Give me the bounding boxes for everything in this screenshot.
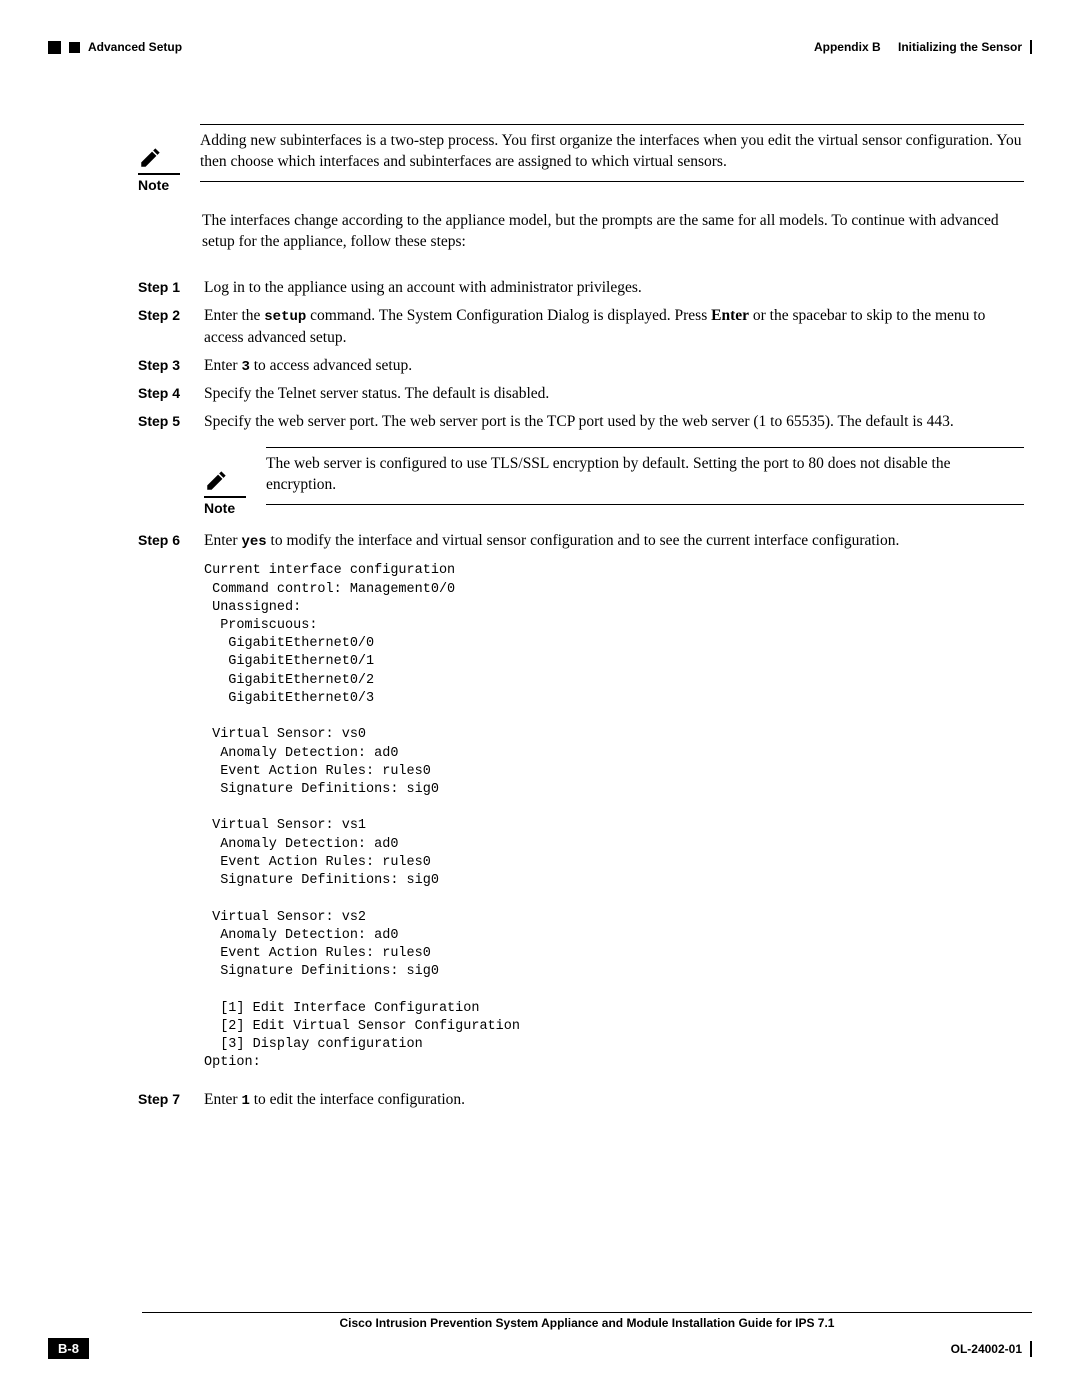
step-5: Step 5 Specify the web server port. The … <box>138 411 1024 433</box>
step-6: Step 6 Enter yes to modify the interface… <box>138 530 1024 1083</box>
page-number: B-8 <box>48 1338 89 1359</box>
step-body: Enter 3 to access advanced setup. <box>204 355 1024 378</box>
command-text: 3 <box>241 359 249 375</box>
step-label: Step 7 <box>138 1089 190 1112</box>
step-label: Step 4 <box>138 383 190 405</box>
intro-paragraph: The interfaces change according to the a… <box>202 211 1024 253</box>
divider-icon <box>1030 1341 1032 1357</box>
step-label: Step 6 <box>138 530 190 1083</box>
note-block: Note The web server is configured to use… <box>204 447 1024 516</box>
divider-icon <box>1030 40 1032 54</box>
footer-rule <box>142 1312 1032 1313</box>
pencil-icon <box>204 467 230 493</box>
footer-row: B-8 OL-24002-01 <box>48 1338 1032 1359</box>
underline-icon <box>204 496 246 498</box>
note-text: The web server is configured to use TLS/… <box>266 447 1024 505</box>
section-name: Advanced Setup <box>88 40 182 54</box>
step-body: Enter yes to modify the interface and vi… <box>204 530 1024 1083</box>
step-label: Step 5 <box>138 411 190 433</box>
step-body: Specify the Telnet server status. The de… <box>204 383 1024 405</box>
step-body: Enter 1 to edit the interface configurat… <box>204 1089 1024 1112</box>
note-label: Note <box>138 177 184 193</box>
document-id: OL-24002-01 <box>951 1341 1032 1357</box>
step-label: Step 1 <box>138 277 190 299</box>
step-1: Step 1 Log in to the appliance using an … <box>138 277 1024 299</box>
underline-icon <box>138 173 180 175</box>
command-text: 1 <box>241 1093 249 1109</box>
note-block: Note Adding new subinterfaces is a two-s… <box>138 124 1024 193</box>
step-label: Step 3 <box>138 355 190 378</box>
command-text: yes <box>241 534 266 550</box>
running-head: Advanced Setup Appendix B Initializing t… <box>48 40 1032 54</box>
page-footer: Cisco Intrusion Prevention System Applia… <box>48 1312 1032 1359</box>
step-4: Step 4 Specify the Telnet server status.… <box>138 383 1024 405</box>
key-name: Enter <box>711 307 749 324</box>
step-2: Step 2 Enter the setup command. The Syst… <box>138 305 1024 349</box>
square-icon <box>69 42 80 53</box>
square-icon <box>48 41 61 54</box>
nested-note: Note The web server is configured to use… <box>204 447 1024 516</box>
command-text: setup <box>264 309 306 325</box>
step-body: Specify the web server port. The web ser… <box>204 411 1024 433</box>
head-right: Appendix B Initializing the Sensor <box>814 40 1032 54</box>
step-3: Step 3 Enter 3 to access advanced setup. <box>138 355 1024 378</box>
note-text: Adding new subinterfaces is a two-step p… <box>200 124 1024 182</box>
footer-title: Cisco Intrusion Prevention System Applia… <box>142 1316 1032 1330</box>
page-number-badge: B-8 <box>48 1338 89 1359</box>
step-body: Enter the setup command. The System Conf… <box>204 305 1024 349</box>
pencil-icon <box>138 144 164 170</box>
appendix-label: Appendix B Initializing the Sensor <box>814 40 1022 54</box>
head-left: Advanced Setup <box>48 40 182 54</box>
step-body: Log in to the appliance using an account… <box>204 277 1024 299</box>
step-7: Step 7 Enter 1 to edit the interface con… <box>138 1089 1024 1112</box>
content: Note Adding new subinterfaces is a two-s… <box>138 124 1024 1111</box>
code-block: Current interface configuration Command … <box>204 562 1024 1072</box>
step-label: Step 2 <box>138 305 190 349</box>
note-label-column: Note <box>138 124 184 193</box>
note-label: Note <box>204 500 250 516</box>
note-label-column: Note <box>204 447 250 516</box>
